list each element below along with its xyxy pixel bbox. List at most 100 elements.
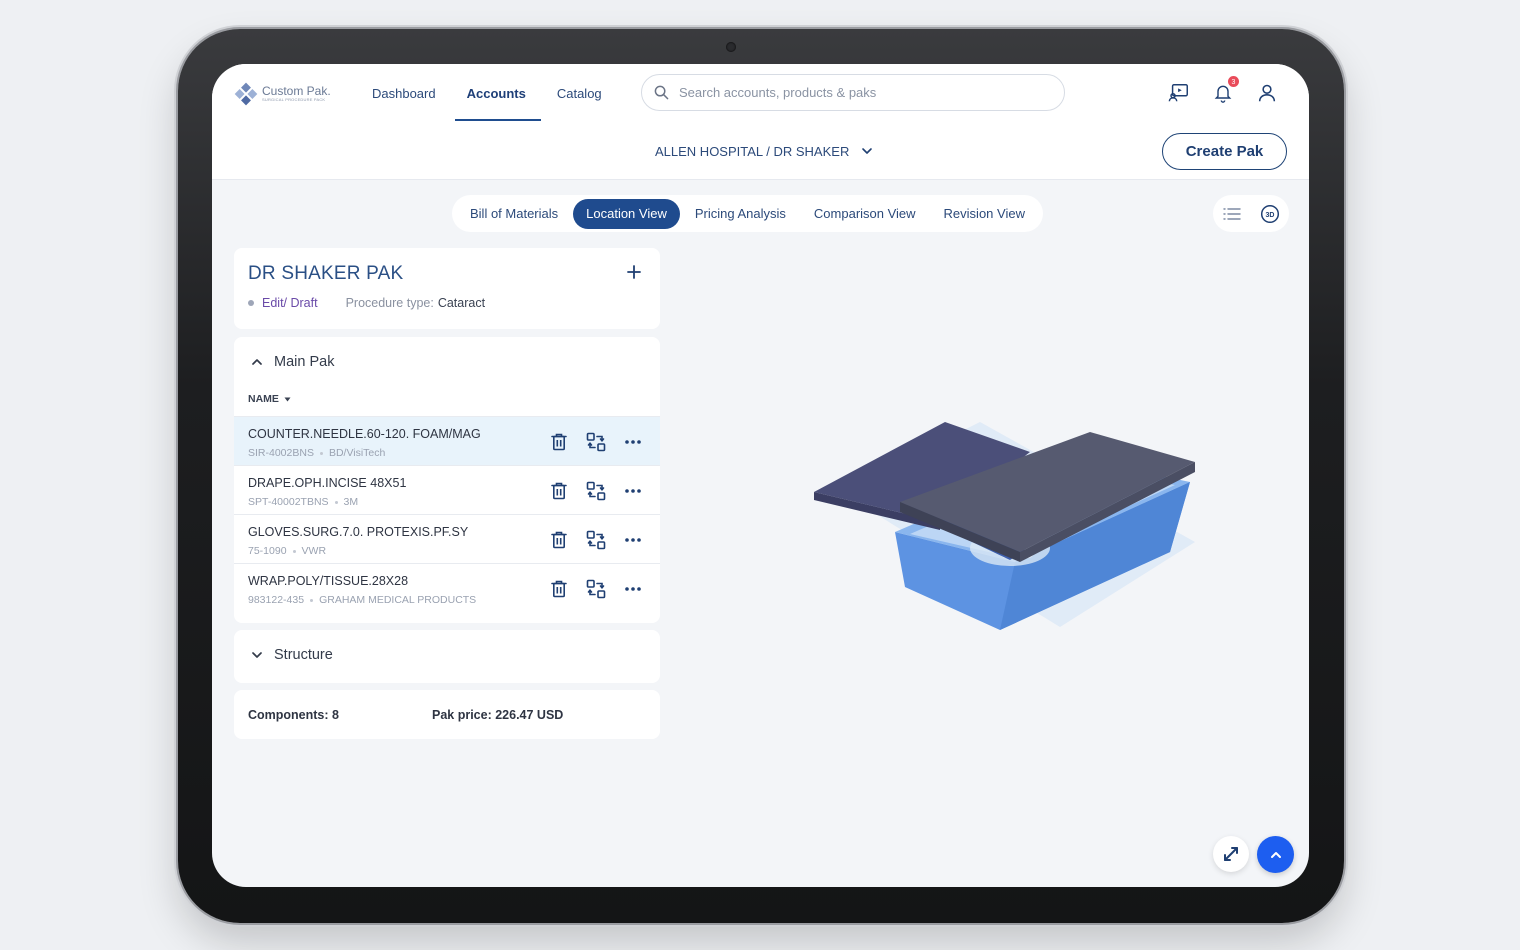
item-code: 75-1090 <box>248 545 287 557</box>
profile-button[interactable] <box>1255 81 1279 105</box>
plus-icon <box>627 265 641 279</box>
main-pak-toggle[interactable]: Main Pak <box>250 354 334 370</box>
swap-icon <box>586 530 605 549</box>
search-icon <box>654 85 669 100</box>
more-horizontal-icon <box>624 537 641 542</box>
item-meta: SPT-40002TBNS 3M <box>248 496 358 508</box>
more-horizontal-icon <box>624 586 641 591</box>
swap-button[interactable] <box>584 430 607 453</box>
more-button[interactable] <box>621 430 644 453</box>
logo-tagline: SURGICAL PROCEDURE PACK <box>262 97 326 102</box>
separator-dot <box>319 451 323 455</box>
account-breadcrumb[interactable]: ALLEN HOSPITAL / DR SHAKER <box>655 143 875 159</box>
nav-accounts[interactable]: Accounts <box>467 84 526 103</box>
tab-bill-of-materials[interactable]: Bill of Materials <box>457 199 571 229</box>
delete-button[interactable] <box>547 577 570 600</box>
add-button[interactable] <box>622 260 646 284</box>
pak-title: DR SHAKER PAK <box>248 263 404 284</box>
tab-location-view[interactable]: Location View <box>573 198 680 229</box>
summary-panel: Components: 8 Pak price: 226.47 USD <box>234 690 660 739</box>
separator-dot <box>334 500 338 504</box>
swap-icon <box>586 481 605 500</box>
brand-logo[interactable]: Custom Pak. SURGICAL PROCEDURE PACK <box>234 82 331 106</box>
row-actions <box>547 479 644 502</box>
delete-button[interactable] <box>547 430 570 453</box>
trash-icon <box>550 580 567 597</box>
list-icon <box>1223 207 1241 220</box>
table-row[interactable]: WRAP.POLY/TISSUE.28X28 983122-435 GRAHAM… <box>234 563 660 612</box>
fullscreen-button[interactable] <box>1213 836 1249 872</box>
table-row[interactable]: GLOVES.SURG.7.0. PROTEXIS.PF.SY 75-1090 … <box>234 514 660 563</box>
nav-catalog[interactable]: Catalog <box>557 84 602 103</box>
3d-viewer[interactable] <box>810 382 1200 637</box>
swap-button[interactable] <box>584 528 607 551</box>
item-code: 983122-435 <box>248 594 305 606</box>
separator-dot <box>310 598 314 602</box>
tab-comparison-view[interactable]: Comparison View <box>801 199 929 229</box>
item-vendor: BD/VisiTech <box>328 447 386 459</box>
notifications-button[interactable]: 3 <box>1211 75 1240 105</box>
list-view-button[interactable] <box>1221 203 1243 225</box>
column-header-label: NAME <box>248 393 279 405</box>
more-button[interactable] <box>621 577 644 600</box>
delete-button[interactable] <box>547 528 570 551</box>
swap-button[interactable] <box>584 577 607 600</box>
more-button[interactable] <box>621 528 644 551</box>
row-actions <box>547 430 644 453</box>
top-header: Custom Pak. SURGICAL PROCEDURE PACK Dash… <box>212 64 1309 180</box>
column-header-name[interactable]: NAME <box>248 393 291 405</box>
sort-caret-icon <box>284 397 291 401</box>
procedure-type-label: Procedure type: <box>345 296 434 310</box>
expand-icon <box>1224 847 1238 861</box>
item-meta: 75-1090 VWR <box>248 545 326 557</box>
structure-title: Structure <box>274 647 333 663</box>
3d-view-icon: 3D <box>1260 204 1280 223</box>
header-actions: 3 <box>1167 75 1279 105</box>
scroll-top-button[interactable] <box>1257 836 1294 873</box>
nav-dashboard[interactable]: Dashboard <box>372 84 436 103</box>
item-vendor: 3M <box>343 496 359 508</box>
table-row[interactable]: COUNTER.NEEDLE.60-120. FOAM/MAG SIR-4002… <box>234 416 660 465</box>
item-name: WRAP.POLY/TISSUE.28X28 <box>248 574 409 588</box>
view-mode-toggle: 3D <box>1213 195 1289 232</box>
procedure-type-value: Cataract <box>437 296 486 310</box>
view-tabs: Bill of Materials Location View Pricing … <box>452 195 1043 232</box>
item-vendor: VWR <box>301 545 327 557</box>
breadcrumb-text: ALLEN HOSPITAL / DR SHAKER <box>655 143 850 159</box>
swap-icon <box>586 432 605 451</box>
row-actions <box>547 528 644 551</box>
trash-icon <box>550 531 567 548</box>
trash-icon <box>550 482 567 499</box>
main-nav: Dashboard Accounts Catalog <box>372 84 633 103</box>
3d-view-button[interactable]: 3D <box>1259 203 1281 225</box>
main-pak-title: Main Pak <box>274 354 335 370</box>
status-dot <box>248 300 254 306</box>
create-pak-button[interactable]: Create Pak <box>1162 133 1287 170</box>
item-meta: SIR-4002BNS BD/VisiTech <box>248 447 385 459</box>
structure-toggle[interactable]: Structure <box>250 647 333 663</box>
logo-mark-icon <box>234 82 258 106</box>
pak-3d-model-image <box>814 422 1195 630</box>
row-actions <box>547 577 644 600</box>
item-name: COUNTER.NEEDLE.60-120. FOAM/MAG <box>248 427 481 441</box>
more-button[interactable] <box>621 479 644 502</box>
user-presentation-button[interactable] <box>1167 81 1191 105</box>
item-name: GLOVES.SURG.7.0. PROTEXIS.PF.SY <box>248 525 469 539</box>
swap-button[interactable] <box>584 479 607 502</box>
item-code: SPT-40002TBNS <box>248 496 329 508</box>
tab-pricing-analysis[interactable]: Pricing Analysis <box>682 199 799 229</box>
delete-button[interactable] <box>547 479 570 502</box>
search-box[interactable] <box>641 74 1065 111</box>
tab-revision-view[interactable]: Revision View <box>931 199 1038 229</box>
table-row[interactable]: DRAPE.OPH.INCISE 48X51 SPT-40002TBNS 3M <box>234 465 660 514</box>
chevron-up-icon <box>252 359 262 365</box>
nav-active-indicator <box>455 119 541 121</box>
app-screen: Custom Pak. SURGICAL PROCEDURE PACK Dash… <box>212 64 1309 887</box>
search-input[interactable] <box>679 85 1039 100</box>
pak-price: Pak price: 226.47 USD <box>432 708 564 722</box>
camera-dot <box>726 42 736 52</box>
notification-badge: 3 <box>1227 75 1240 88</box>
main-pak-panel: Main Pak NAME COUNTER.NEEDLE.60-120. FOA… <box>234 337 660 623</box>
trash-icon <box>550 433 567 450</box>
status-badge: Edit/ Draft <box>262 296 318 310</box>
